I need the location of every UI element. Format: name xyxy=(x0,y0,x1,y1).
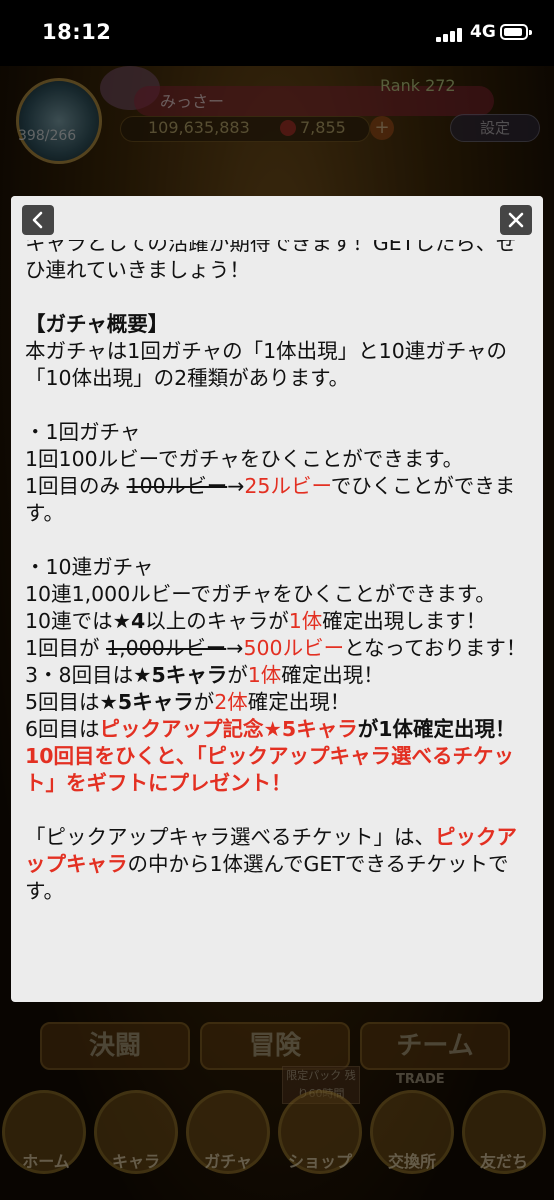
signal-icon xyxy=(436,26,466,42)
round-6-bonus: 6回目はピックアップ記念★5キャラが1体確定出現！ xyxy=(25,717,516,741)
chevron-left-icon xyxy=(32,211,43,229)
battery-icon xyxy=(500,24,532,40)
modal-content[interactable]: キャラとしての活躍が期待できます！GETしたら、ぜひ連れていきましょう！ 【ガチ… xyxy=(25,196,531,1002)
new-price: 500ルビー xyxy=(243,636,345,660)
single-gacha-text: 1回100ルビーでガチャをひくことができます。 xyxy=(25,447,464,471)
modal-header xyxy=(11,196,543,240)
old-price: 100ルビー xyxy=(126,474,228,498)
close-button[interactable] xyxy=(500,205,532,235)
ten-gacha-text: 10連1,000ルビーでガチャをひくことができます。 xyxy=(25,582,496,606)
back-button[interactable] xyxy=(22,205,54,235)
single-gacha-heading: ・1回ガチャ xyxy=(25,420,141,444)
single-gacha-first-price: 1回目のみ 100ルビー→25ルビーでひくことができます。 xyxy=(25,474,516,525)
clock: 18:12 xyxy=(42,20,112,44)
overview-heading: 【ガチャ概要】 xyxy=(25,312,169,336)
overview-text: 本ガチャは1回ガチャの「1体出現」と10連ガチャの「10体出現」の2種類がありま… xyxy=(25,339,508,390)
ten-gacha-guarantee: 10連では★4以上のキャラが1体確定出現します！ xyxy=(25,609,487,633)
ten-gacha-heading: ・10連ガチャ xyxy=(25,555,154,579)
new-price: 25ルビー xyxy=(244,474,331,498)
close-icon xyxy=(508,212,524,228)
old-price: 1,000ルビー xyxy=(106,636,227,660)
status-bar: 18:12 4G xyxy=(0,0,554,66)
ten-gacha-first-price: 1回目が 1,000ルビー→500ルビーとなっております！ xyxy=(25,636,527,660)
round-5-bonus: 5回目は★5キャラが2体確定出現！ xyxy=(25,690,351,714)
gacha-detail-modal: キャラとしての活躍が期待できます！GETしたら、ぜひ連れていきましょう！ 【ガチ… xyxy=(11,196,543,1002)
ticket-description: 「ピックアップキャラ選べるチケット」は、ピックアップキャラの中から1体選んでGE… xyxy=(25,825,517,903)
network-type: 4G xyxy=(470,22,496,42)
round-3-8-bonus: 3・8回目は★5キャラが1体確定出現！ xyxy=(25,663,384,687)
round-10-bonus: 10回目をひくと、「ピックアップキャラ選べるチケット」をギフトにプレゼント！ xyxy=(25,744,514,795)
